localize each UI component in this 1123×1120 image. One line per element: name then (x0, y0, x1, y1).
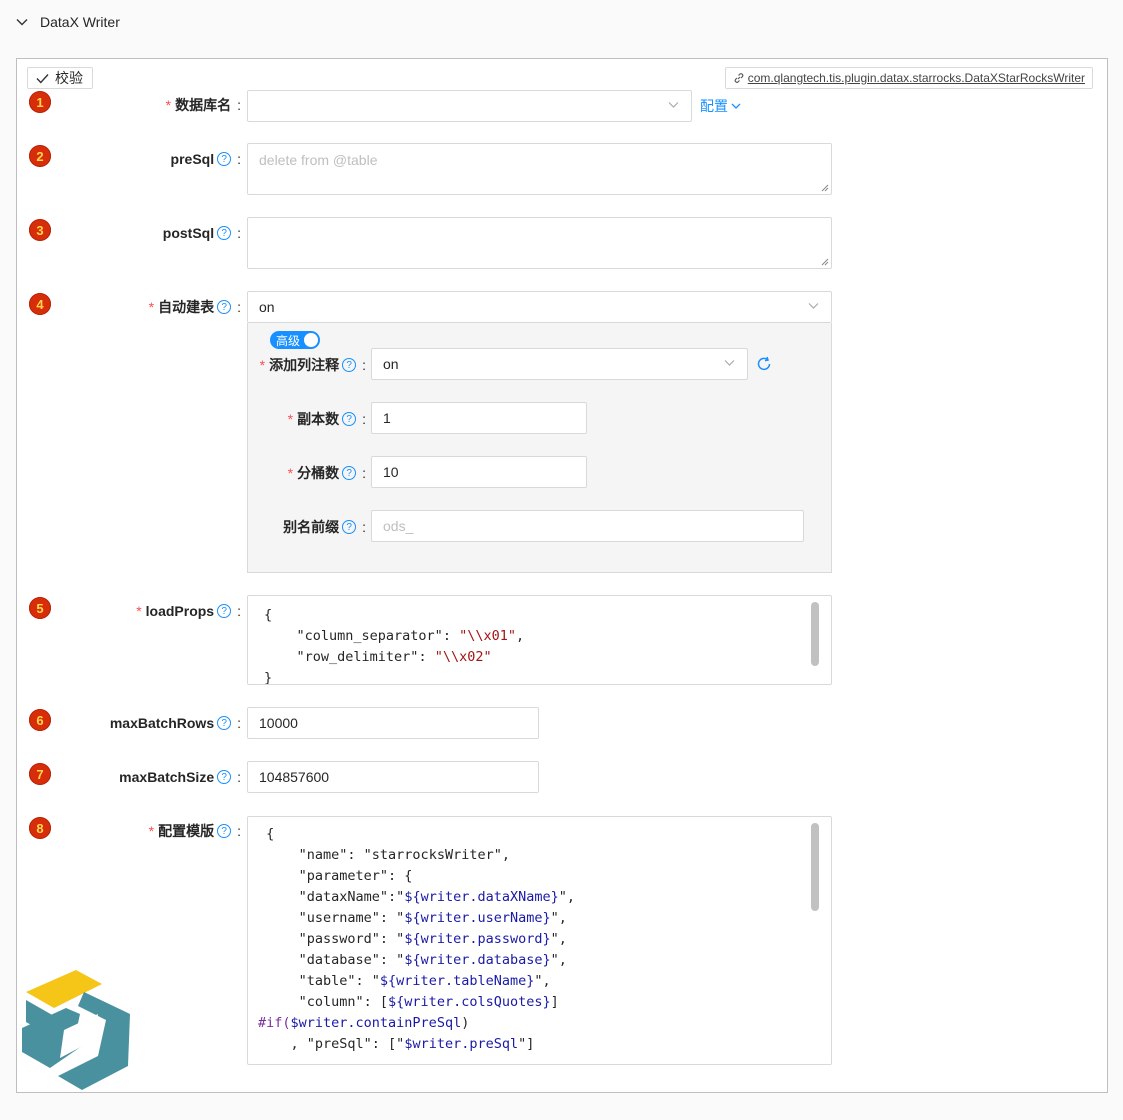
help-icon[interactable]: ? (217, 824, 232, 838)
buckets-num-input[interactable]: 10 (371, 456, 587, 488)
help-icon[interactable]: ? (217, 226, 232, 240)
db-name-select[interactable] (247, 90, 692, 122)
help-icon[interactable]: ? (342, 520, 357, 534)
step-badge-7: 7 (29, 763, 51, 785)
step-badge-3: 3 (29, 219, 51, 241)
help-icon[interactable]: ? (342, 358, 357, 372)
resize-handle-icon[interactable] (821, 258, 829, 266)
chevron-down-icon (16, 19, 28, 26)
section-title: DataX Writer (40, 14, 120, 30)
max-batch-size-input[interactable]: 104857600 (247, 761, 539, 793)
resize-handle-icon[interactable] (821, 184, 829, 192)
load-props-label: * loadProps?: (136, 603, 241, 619)
add-comment-label: * 添加列注释?: (259, 357, 366, 373)
toggle-knob (304, 333, 318, 347)
max-batch-rows-input[interactable]: 10000 (247, 707, 539, 739)
refresh-icon[interactable] (756, 356, 772, 372)
template-editor[interactable]: { "name": "starrocksWriter", "parameter"… (247, 816, 832, 1065)
help-icon[interactable]: ? (217, 716, 232, 730)
step-badge-8: 8 (29, 817, 51, 839)
max-batch-size-label: maxBatchSize?: (119, 769, 241, 785)
max-batch-rows-label: maxBatchRows?: (109, 715, 241, 731)
template-code: { "name": "starrocksWriter", "parameter"… (258, 826, 576, 1052)
advanced-toggle-label: 高级 (276, 333, 301, 348)
buckets-num-label: * 分桶数?: (287, 465, 366, 481)
help-icon[interactable]: ? (217, 604, 232, 618)
collapse-header[interactable]: DataX Writer (0, 0, 1123, 46)
presql-textarea[interactable]: delete from @table (247, 143, 832, 195)
step-badge-4: 4 (29, 293, 51, 315)
step-badge-6: 6 (29, 709, 51, 731)
chevron-down-icon (724, 360, 735, 366)
step-badge-1: 1 (29, 91, 51, 113)
help-icon[interactable]: ? (342, 412, 357, 426)
add-comment-select[interactable]: on (371, 348, 748, 380)
load-props-editor[interactable]: { "column_separator": "\\x01", "row_deli… (247, 595, 832, 685)
check-icon (36, 73, 49, 84)
db-name-label: * 数据库名: (165, 97, 241, 113)
step-badge-5: 5 (29, 597, 51, 619)
advanced-toggle[interactable]: 高级 (270, 331, 320, 349)
replication-num-input[interactable]: 1 (371, 402, 587, 434)
verify-button[interactable]: 校验 (27, 67, 93, 89)
editor-scrollbar[interactable] (811, 823, 819, 911)
help-icon[interactable]: ? (217, 300, 232, 314)
help-icon[interactable]: ? (342, 466, 357, 480)
help-icon[interactable]: ? (217, 152, 232, 166)
writer-form-panel: 校验 com.qlangtech.tis.plugin.datax.starro… (16, 58, 1108, 1093)
template-label: * 配置模版?: (148, 823, 241, 839)
verify-label: 校验 (55, 70, 83, 86)
auto-create-table-label: * 自动建表?: (148, 299, 241, 315)
chevron-down-icon (668, 102, 679, 108)
auto-create-table-select[interactable]: on (247, 291, 832, 323)
app-logo (22, 970, 130, 1090)
load-props-code: { "column_separator": "\\x01", "row_deli… (264, 607, 525, 685)
plugin-class-text: com.qlangtech.tis.plugin.datax.starrocks… (747, 71, 1085, 85)
postsql-label: postSql?: (162, 225, 241, 241)
replication-num-label: * 副本数?: (287, 411, 366, 427)
config-dropdown-link[interactable]: 配置 (700, 96, 741, 116)
postsql-textarea[interactable] (247, 217, 832, 269)
chevron-down-icon (808, 303, 819, 309)
advanced-options-box: 高级 * 添加列注释?: on * 副本数?: 1 * 分桶数?: 10 别名前缀?:… (247, 323, 832, 573)
alias-prefix-label: 别名前缀?: (283, 519, 366, 535)
link-icon (734, 73, 744, 83)
step-badge-2: 2 (29, 145, 51, 167)
alias-prefix-input[interactable]: ods_ (371, 510, 804, 542)
editor-scrollbar[interactable] (811, 602, 819, 666)
chevron-down-icon (731, 103, 741, 109)
help-icon[interactable]: ? (217, 770, 232, 784)
presql-label: preSql?: (170, 151, 241, 167)
plugin-class-tag[interactable]: com.qlangtech.tis.plugin.datax.starrocks… (724, 67, 1093, 89)
